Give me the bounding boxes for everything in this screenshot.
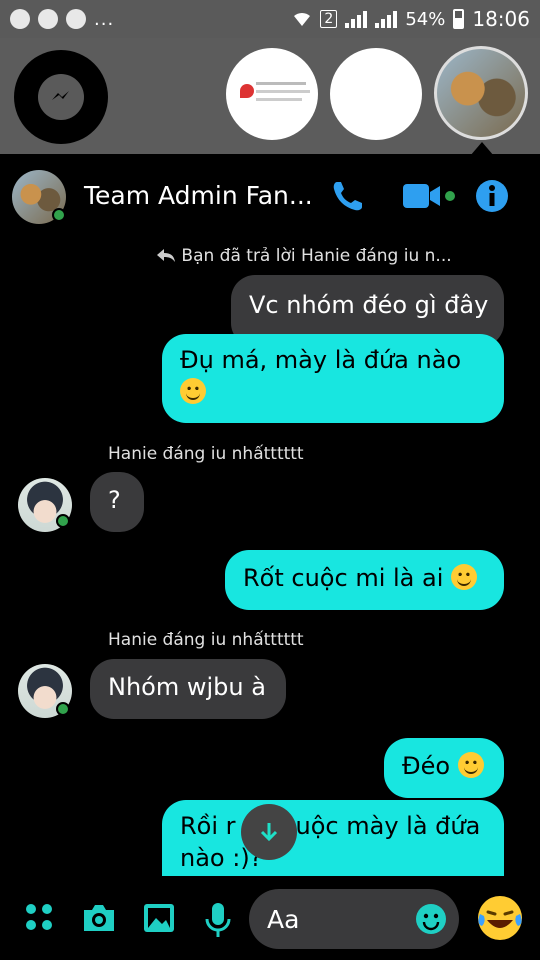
messenger-icon xyxy=(38,74,84,120)
chat-head-blank[interactable] xyxy=(330,48,422,140)
message-input-container[interactable] xyxy=(249,889,459,949)
wifi-icon xyxy=(294,12,311,26)
signal-icon xyxy=(345,10,368,28)
conversation-title[interactable]: Team Admin Fan... xyxy=(84,181,313,210)
preview-line xyxy=(256,98,302,101)
emoji-icon[interactable] xyxy=(415,903,447,935)
message-input[interactable] xyxy=(267,904,407,934)
outgoing-message[interactable]: Rốt cuộc mi là ai xyxy=(225,550,504,610)
messenger-notification-icon xyxy=(38,9,58,29)
battery-icon xyxy=(453,9,465,29)
preview-logo-icon xyxy=(240,84,254,98)
status-bar: ... 2 54% 18:06 xyxy=(0,0,540,38)
incoming-message[interactable]: Nhóm wjbu à xyxy=(90,659,286,719)
chat-panel: Team Admin Fan... Bạn đã trả lời Hanie đ… xyxy=(0,154,540,960)
outgoing-message[interactable]: Đéo xyxy=(384,738,504,798)
arrow-down-icon xyxy=(260,823,278,842)
online-indicator xyxy=(52,208,66,222)
slightly-smiling-face-emoji xyxy=(180,378,206,404)
gallery-icon[interactable] xyxy=(142,902,176,934)
chat-heads-bar xyxy=(0,38,540,154)
notification-icons: ... xyxy=(10,9,114,30)
notification-icon xyxy=(10,9,30,29)
message-text-continued: uộc mày là đứa xyxy=(295,812,481,840)
clock: 18:06 xyxy=(472,7,530,31)
chat-head-notification-preview[interactable] xyxy=(226,48,318,140)
message-text: ? xyxy=(108,486,121,514)
preview-line xyxy=(256,82,306,85)
battery-percent: 54% xyxy=(405,8,446,30)
message-text: Nhóm wjbu à xyxy=(108,673,266,701)
message-text: Rồi r xyxy=(180,812,236,840)
system-indicators: 2 54% 18:06 xyxy=(292,7,530,31)
message-text: Vc nhóm đéo gì đây xyxy=(249,291,489,319)
reply-note-text: Bạn đã trả lời Hanie đáng iu n... xyxy=(181,246,452,266)
message-text: Đụ má, mày là đứa nào xyxy=(180,346,462,374)
online-indicator xyxy=(56,702,70,716)
message-text: Đéo xyxy=(402,752,451,780)
outgoing-message[interactable]: Đụ má, mày là đứa nào xyxy=(162,334,504,423)
online-indicator xyxy=(56,514,70,528)
signal-icon-2 xyxy=(375,10,398,28)
reply-note: Bạn đã trả lời Hanie đáng iu n... xyxy=(156,246,452,266)
phone-icon[interactable] xyxy=(330,178,366,214)
message-text: Rốt cuộc mi là ai xyxy=(243,564,444,592)
sim-slot-badge: 2 xyxy=(320,10,338,28)
slightly-smiling-face-emoji xyxy=(457,752,484,778)
scroll-to-bottom-button[interactable] xyxy=(241,804,297,860)
apps-icon[interactable] xyxy=(24,902,54,932)
preview-line xyxy=(256,90,310,93)
messenger-chat-head[interactable] xyxy=(14,50,108,144)
slightly-smiling-face-emoji xyxy=(451,564,478,590)
video-notification-icon xyxy=(66,9,86,29)
message-composer xyxy=(0,876,540,960)
video-icon[interactable] xyxy=(402,178,458,214)
chat-head-cats-active[interactable] xyxy=(434,46,528,140)
more-notifications: ... xyxy=(94,8,115,30)
sender-name: Hanie đáng iu nhấtttttt xyxy=(108,630,304,650)
mic-icon[interactable] xyxy=(204,902,232,938)
sender-name: Hanie đáng iu nhấtttttt xyxy=(108,444,304,464)
chat-header: Team Admin Fan... xyxy=(0,154,540,238)
info-icon[interactable] xyxy=(474,178,510,214)
laughing-emoji-icon[interactable] xyxy=(476,894,524,942)
reply-arrow-icon xyxy=(157,249,175,262)
incoming-message[interactable]: ? xyxy=(90,472,144,532)
camera-icon[interactable] xyxy=(80,902,118,934)
